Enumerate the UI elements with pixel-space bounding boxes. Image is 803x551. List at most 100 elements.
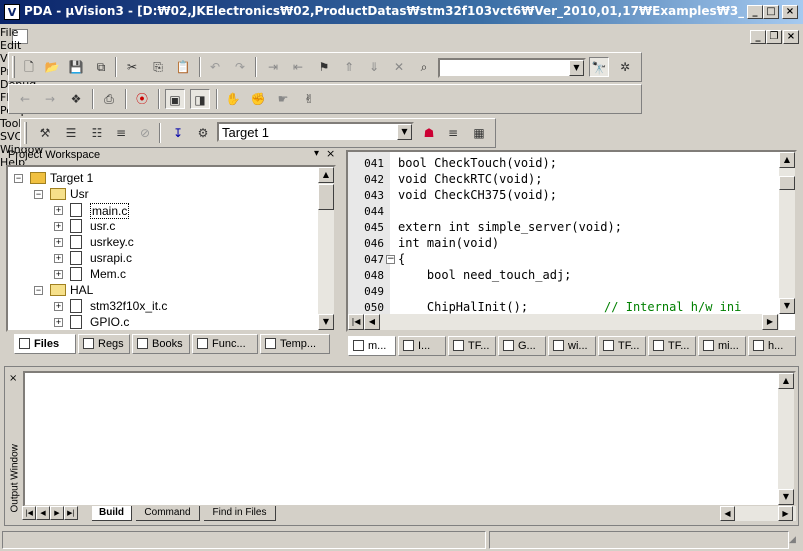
- menu-file[interactable]: File: [0, 26, 740, 39]
- paste-icon[interactable]: 📋: [173, 57, 193, 77]
- mdi-minimize-button[interactable]: _: [750, 30, 766, 44]
- open-folder-icon[interactable]: 📂: [42, 57, 62, 77]
- scroll-right-icon[interactable]: ▶: [762, 314, 778, 330]
- tree-item[interactable]: + GPIO.c: [8, 314, 308, 330]
- output-scrollbar[interactable]: ▲ ▼: [778, 373, 794, 505]
- hand-icon[interactable]: ✋: [223, 89, 243, 109]
- clear-bookmarks-icon[interactable]: ✕: [389, 57, 409, 77]
- expand-icon[interactable]: +: [54, 222, 63, 231]
- scroll-left-first-icon[interactable]: |◀: [348, 314, 364, 330]
- document-tab[interactable]: mi...: [698, 336, 746, 356]
- start-debug-icon[interactable]: ⦿: [132, 89, 152, 109]
- expand-icon[interactable]: +: [54, 238, 63, 247]
- code-line[interactable]: extern int simple_server(void);: [398, 220, 622, 236]
- collapse-icon[interactable]: −: [14, 174, 23, 183]
- document-tab[interactable]: wi...: [548, 336, 596, 356]
- minimize-button[interactable]: _: [747, 5, 763, 19]
- last-tab-icon[interactable]: ▶|: [64, 506, 78, 520]
- save-icon[interactable]: 💾: [66, 57, 86, 77]
- code-line[interactable]: void CheckCH375(void);: [398, 188, 557, 204]
- collapse-icon[interactable]: −: [34, 190, 43, 199]
- document-tab[interactable]: h...: [748, 336, 796, 356]
- redo-icon[interactable]: ↷: [230, 57, 250, 77]
- copy-icon[interactable]: ⎘: [148, 57, 168, 77]
- stop-build-icon[interactable]: ⊘: [135, 123, 155, 143]
- back-arrow-icon[interactable]: ←: [15, 89, 35, 109]
- forward-arrow-icon[interactable]: →: [40, 89, 60, 109]
- workspace-title-bar[interactable]: Project Workspace ▾ ×: [6, 147, 336, 164]
- workspace-tab-temp[interactable]: Temp...: [260, 334, 330, 354]
- scroll-left-icon[interactable]: ◀: [364, 314, 380, 330]
- rebuild-icon[interactable]: ☷: [87, 123, 107, 143]
- code-line[interactable]: void CheckRTC(void);: [398, 172, 543, 188]
- fold-icon[interactable]: −: [386, 255, 395, 264]
- tree-item[interactable]: + main.c: [8, 202, 308, 219]
- workspace-tab-regs[interactable]: Regs: [78, 334, 130, 354]
- workspace-tab-func[interactable]: Func...: [192, 334, 258, 354]
- close-button[interactable]: ×: [782, 5, 798, 19]
- target-select[interactable]: Target 1 ▼: [217, 122, 414, 142]
- incremental-find-icon[interactable]: ✲: [615, 57, 635, 77]
- find-in-files-icon[interactable]: ⌕: [414, 57, 434, 77]
- undo-icon[interactable]: ↶: [205, 57, 225, 77]
- compile-icon[interactable]: ⚒: [35, 123, 55, 143]
- toolbar-grip[interactable]: [12, 56, 15, 78]
- chevron-down-icon[interactable]: ▼: [569, 60, 584, 76]
- editor-vertical-scrollbar[interactable]: ▲ ▼: [779, 152, 795, 314]
- tree-item[interactable]: − HAL: [8, 282, 308, 298]
- scroll-up-icon[interactable]: ▲: [779, 152, 795, 168]
- mdi-restore-button[interactable]: ❐: [766, 30, 782, 44]
- output-window-icon[interactable]: ◨: [190, 89, 210, 109]
- document-tab[interactable]: G...: [498, 336, 546, 356]
- next-tab-icon[interactable]: ▶: [50, 506, 64, 520]
- code-line[interactable]: bool CheckTouch(void);: [398, 156, 557, 172]
- scroll-up-icon[interactable]: ▲: [318, 167, 334, 183]
- workspace-tab-files[interactable]: Files: [14, 334, 76, 354]
- workspace-tab-books[interactable]: Books: [132, 334, 190, 354]
- search-combo[interactable]: ▼: [438, 58, 586, 78]
- next-bookmark-icon[interactable]: ⇓: [364, 57, 384, 77]
- previous-bookmark-icon[interactable]: ⇑: [339, 57, 359, 77]
- batch-build-icon[interactable]: ≡: [111, 123, 131, 143]
- chevron-down-icon[interactable]: ▼: [397, 124, 412, 140]
- scroll-right-icon[interactable]: ▶: [778, 506, 793, 521]
- hand-clear-icon[interactable]: ✌: [299, 89, 319, 109]
- target-options-icon[interactable]: ⚙: [193, 123, 213, 143]
- expand-icon[interactable]: +: [54, 254, 63, 263]
- code-line[interactable]: ChipHalInit(); // Internal h/w ini: [398, 300, 741, 314]
- document-tab[interactable]: I...: [398, 336, 446, 356]
- toolbar-grip[interactable]: [24, 122, 27, 144]
- tree-item[interactable]: − Usr: [8, 186, 308, 202]
- indent-icon[interactable]: ⇥: [263, 57, 283, 77]
- tree-item[interactable]: + usr.c: [8, 218, 308, 234]
- tree-item[interactable]: + usrapi.c: [8, 250, 308, 266]
- expand-icon[interactable]: +: [54, 270, 63, 279]
- cut-icon[interactable]: ✂: [122, 57, 142, 77]
- menu-edit[interactable]: Edit: [0, 39, 740, 52]
- expand-icon[interactable]: +: [54, 206, 63, 215]
- title-bar[interactable]: V PDA - µVision3 - [D:₩02,JKElectronics₩…: [0, 0, 803, 24]
- editor-horizontal-scrollbar[interactable]: |◀ ◀ ▶: [348, 314, 779, 330]
- scroll-up-icon[interactable]: ▲: [778, 373, 794, 389]
- download-icon[interactable]: ↧: [168, 123, 188, 143]
- scroll-left-icon[interactable]: ◀: [720, 506, 735, 521]
- collapse-icon[interactable]: −: [34, 286, 43, 295]
- books-icon[interactable]: ≡: [443, 123, 463, 143]
- print-icon[interactable]: ⎙: [99, 89, 119, 109]
- scroll-down-icon[interactable]: ▼: [778, 489, 794, 505]
- new-file-icon[interactable]: 🗋: [19, 57, 39, 77]
- save-all-icon[interactable]: ⧉: [91, 57, 111, 77]
- code-line[interactable]: {: [398, 252, 405, 268]
- document-tab[interactable]: m...: [348, 336, 396, 356]
- maximize-button[interactable]: □: [763, 5, 779, 19]
- workspace-scrollbar[interactable]: ▲ ▼: [318, 167, 334, 330]
- first-tab-icon[interactable]: |◀: [22, 506, 36, 520]
- document-tab[interactable]: TF...: [598, 336, 646, 356]
- output-horizontal-scrollbar[interactable]: ◀ ▶: [720, 506, 796, 521]
- multi-project-icon[interactable]: ▦: [469, 123, 489, 143]
- bookmark-icon[interactable]: ⚑: [314, 57, 334, 77]
- output-tab-find-in-files[interactable]: Find in Files: [204, 506, 276, 521]
- tree-item[interactable]: + stm32f10x_it.c: [8, 298, 308, 314]
- prev-tab-icon[interactable]: ◀: [36, 506, 50, 520]
- tree-item[interactable]: + Mem.c: [8, 266, 308, 282]
